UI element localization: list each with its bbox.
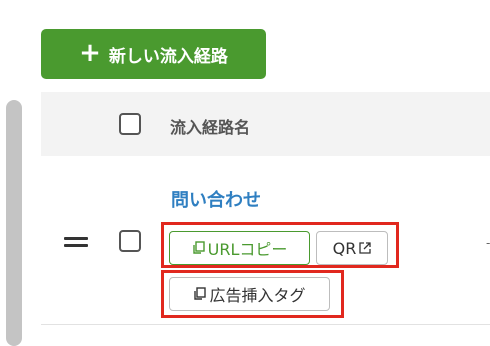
truncated-cell-marker: - (486, 236, 490, 250)
scrollbar-thumb[interactable] (6, 100, 22, 346)
select-all-checkbox[interactable] (119, 113, 141, 135)
add-route-label: 新しい流入経路 (108, 46, 228, 67)
url-copy-button[interactable]: URLコピー (169, 231, 310, 265)
plus-icon: + (79, 38, 101, 68)
route-name-link[interactable]: 問い合わせ (171, 186, 261, 212)
qr-label: QR (332, 238, 357, 258)
ad-tag-label: 広告挿入タグ (209, 286, 306, 305)
external-link-icon (359, 242, 372, 254)
row-checkbox[interactable] (119, 230, 141, 252)
column-header-route-name: 流入経路名 (170, 118, 251, 137)
copy-icon (193, 287, 207, 301)
table-header (41, 92, 490, 156)
qr-button[interactable]: QR (316, 231, 388, 265)
drag-handle-icon[interactable] (64, 237, 88, 247)
add-route-button[interactable]: + 新しい流入経路 (41, 29, 266, 79)
copy-icon (192, 241, 205, 255)
url-copy-label: URLコピー (207, 240, 288, 259)
ad-tag-copy-button[interactable]: 広告挿入タグ (169, 277, 330, 311)
